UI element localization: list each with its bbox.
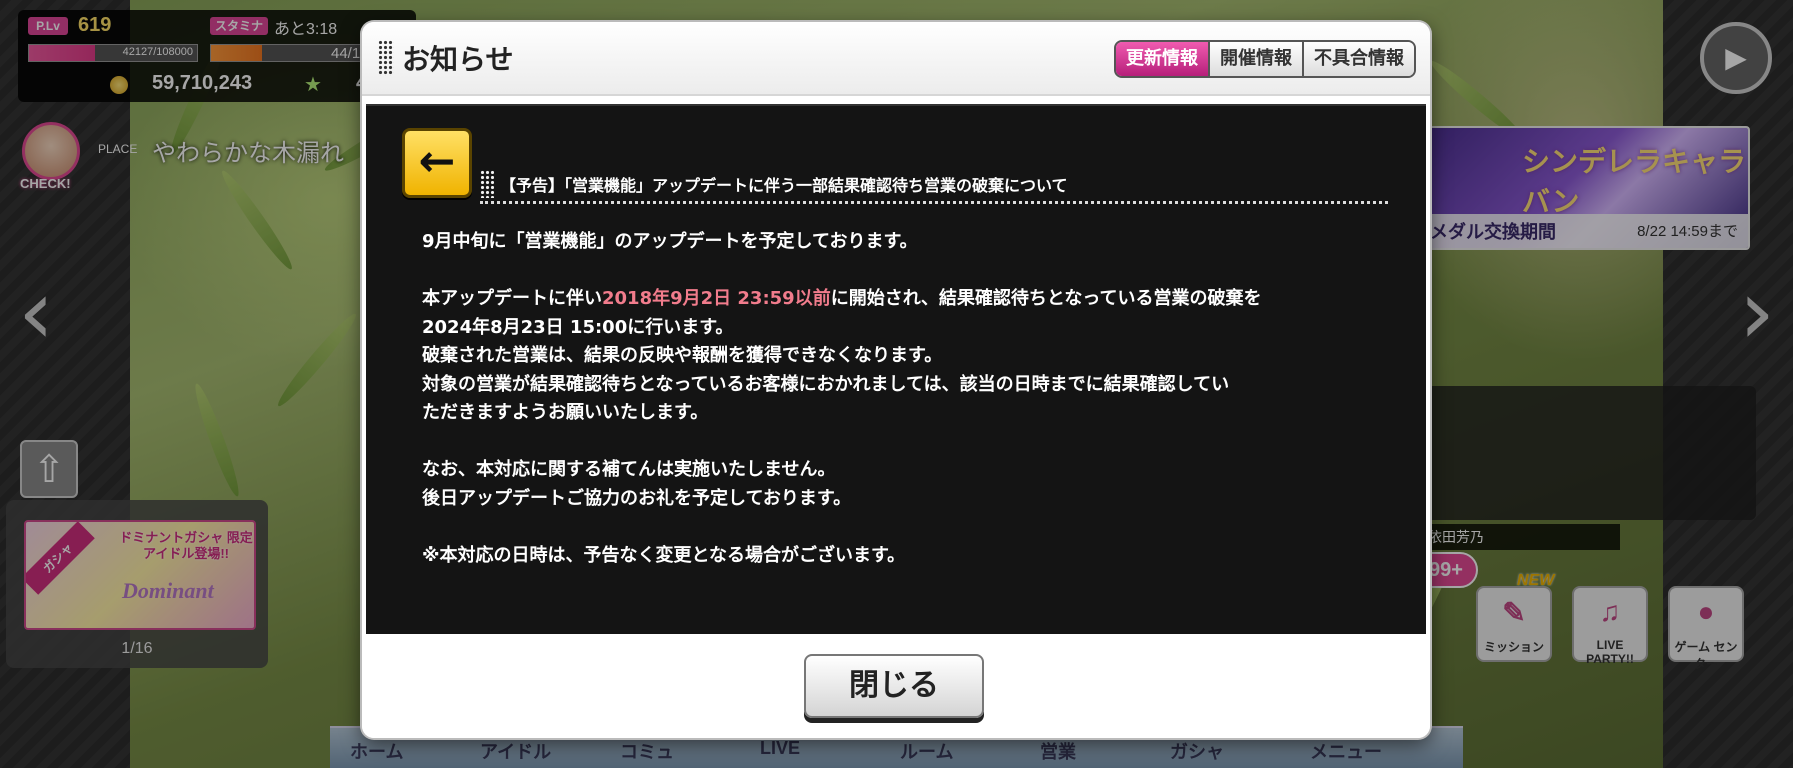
tab-update-info[interactable]: 更新情報 <box>1116 42 1208 76</box>
notice-title: 【予告】「営業機能」アップデートに伴う一部結果確認待ち営業の破棄について <box>500 176 1068 195</box>
grip-dots-icon <box>378 40 394 76</box>
notice-line: 本アップデートに伴い2018年9月2日 23:59以前に開始され、結果確認待ちと… <box>422 288 1262 309</box>
notice-tabs: 更新情報 開催情報 不具合情報 <box>1114 40 1416 78</box>
notice-blank <box>422 428 1382 457</box>
dotted-divider <box>480 201 1388 204</box>
notice-content: 9月中旬に「営業機能」のアップデートを予定しております。 本アップデートに伴い2… <box>422 228 1382 570</box>
notice-line: ※本対応の日時は、予告なく変更となる場合がございます。 <box>422 544 906 566</box>
notice-line: 2024年8月23日 15:00に行います。 <box>422 316 734 338</box>
notice-body[interactable]: ← 【予告】「営業機能」アップデートに伴う一部結果確認待ち営業の破棄について 9… <box>366 104 1426 634</box>
notice-blank <box>422 513 1382 542</box>
notice-line: 対象の営業が結果確認待ちとなっているお客様におかれましては、該当の日時までに結果… <box>422 373 1230 395</box>
grip-dots-icon <box>480 170 494 198</box>
back-button[interactable]: ← <box>402 128 472 198</box>
notice-line: 破棄された営業は、結果の反映や報酬を獲得できなくなります。 <box>422 345 943 366</box>
tab-bug-info[interactable]: 不具合情報 <box>1302 42 1414 76</box>
notice-line: 9月中旬に「営業機能」のアップデートを予定しております。 <box>422 231 918 252</box>
left-arrow-icon: ← <box>418 136 456 187</box>
close-button[interactable]: 閉じる <box>804 654 984 718</box>
dialog-header: お知らせ 更新情報 開催情報 不具合情報 <box>362 22 1430 96</box>
highlighted-date: 2018年9月2日 23:59以前 <box>602 288 831 309</box>
tab-event-info[interactable]: 開催情報 <box>1208 42 1302 76</box>
dialog-footer: 閉じる <box>362 634 1430 738</box>
notice-line: 後日アップデートご協力のお礼を予定しております。 <box>422 487 852 509</box>
notice-blank <box>422 257 1382 286</box>
notice-dialog: お知らせ 更新情報 開催情報 不具合情報 ← 【予告】「営業機能」アップデートに… <box>362 22 1430 738</box>
close-button-label: 閉じる <box>849 668 939 703</box>
notice-line: ただきますようお願いいたします。 <box>422 402 709 423</box>
dialog-title: お知らせ <box>402 43 514 76</box>
notice-line: なお、本対応に関する補てんは実施いたしません。 <box>422 459 836 480</box>
